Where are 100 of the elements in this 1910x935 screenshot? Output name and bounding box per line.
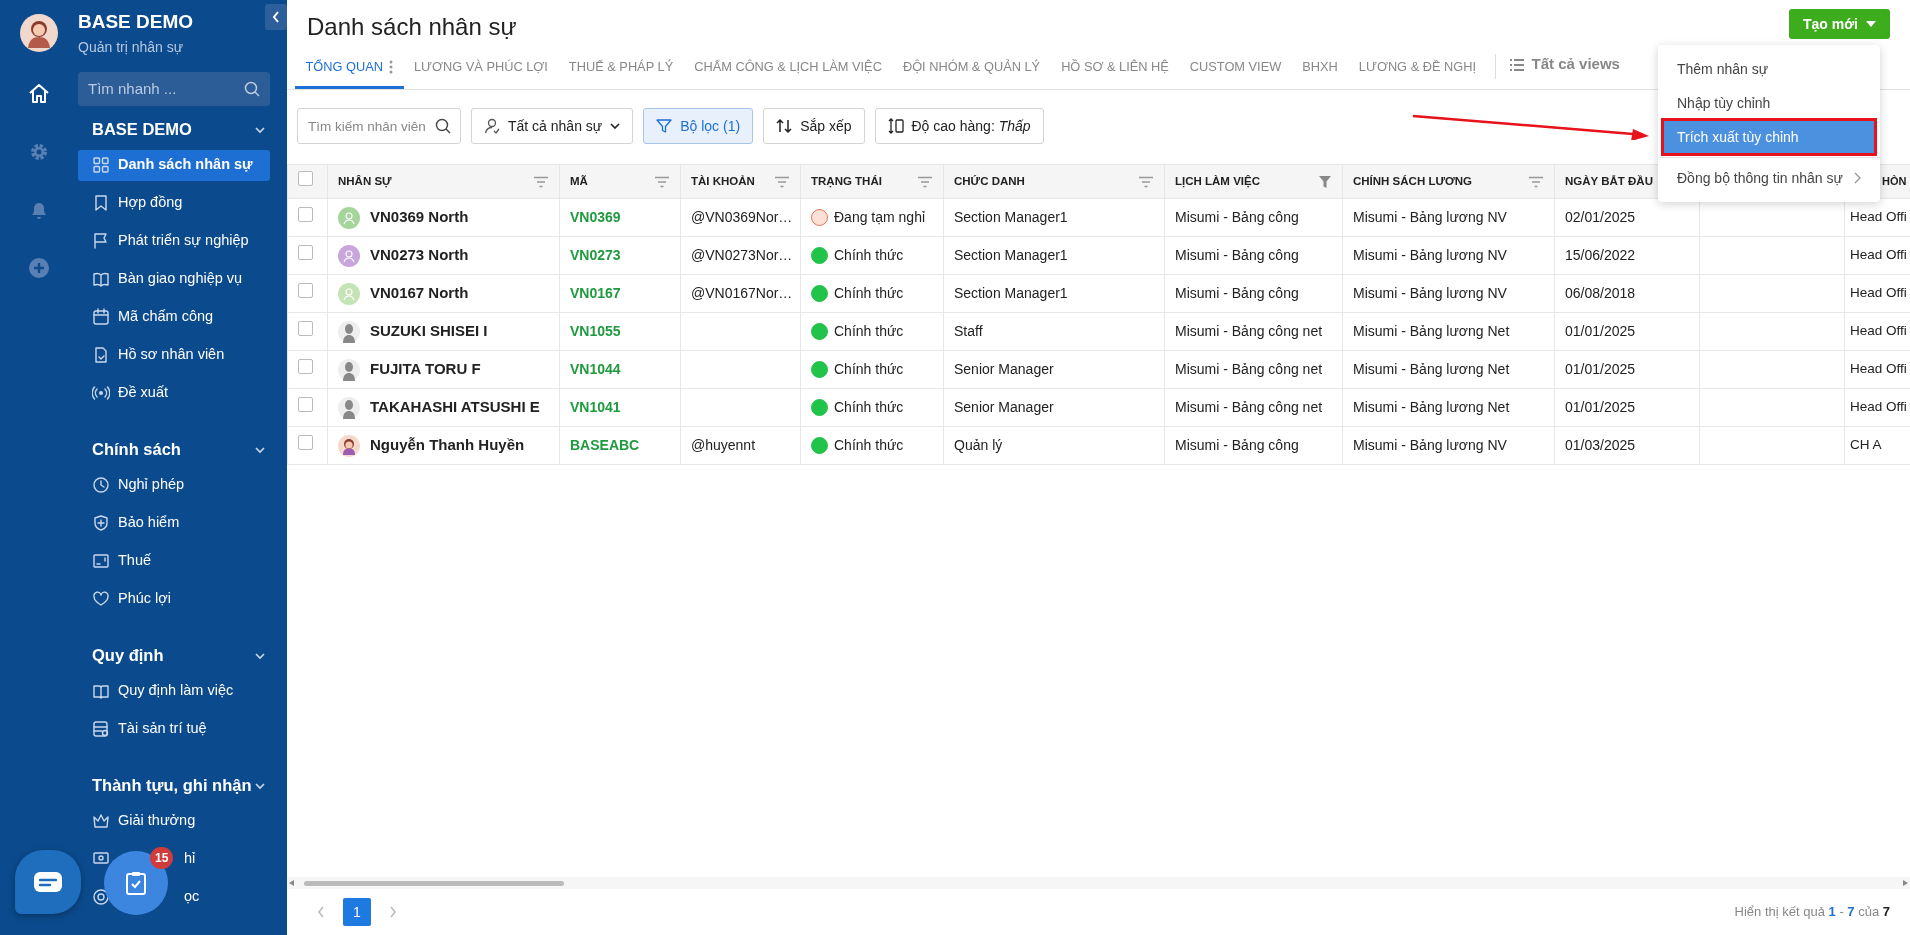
quick-search-field[interactable]: Tìm nhanh ... (78, 71, 270, 106)
sidebar-item[interactable]: ọc (184, 886, 200, 908)
employee-search-field[interactable]: Tìm kiếm nhân viên (297, 108, 461, 144)
tab[interactable]: TỔNG QUAN (295, 48, 404, 89)
sidebar-item[interactable]: Phúc lợi (78, 583, 270, 615)
employee-code[interactable]: VN1041 (570, 399, 621, 415)
row-checkbox[interactable] (298, 435, 313, 450)
table-cell: 01/03/2025 (1565, 437, 1636, 453)
table-cell: Staff (954, 323, 983, 339)
sidebar-item[interactable]: Danh sách nhân sự (78, 149, 270, 181)
employee-code[interactable]: VN1044 (570, 361, 621, 377)
row-checkbox[interactable] (298, 397, 313, 412)
menu-item[interactable]: Thêm nhân sự (1664, 53, 1874, 85)
row-height-button[interactable]: Độ cao hàng: Thấp (874, 108, 1044, 144)
tab[interactable]: HỒ SƠ & LIÊN HỆ (1050, 48, 1180, 89)
page-title: Danh sách nhân sự (307, 12, 517, 42)
section-title[interactable]: Thành tựu, ghi nhận (92, 773, 252, 798)
frame-icon (92, 552, 110, 570)
employee-code[interactable]: VN1055 (570, 323, 621, 339)
funnel-icon (656, 118, 673, 134)
tab[interactable]: LƯƠNG & ĐỀ NGHỊ (1348, 48, 1487, 89)
column-header: HÒN (1882, 174, 1907, 190)
table-cell: @VN0273Nor… (691, 247, 793, 263)
row-checkbox[interactable] (298, 359, 313, 374)
status-text: Chính thức (834, 360, 904, 379)
chat-icon (34, 872, 62, 892)
add-icon[interactable] (27, 256, 51, 280)
filter-button[interactable]: Bộ lọc (1) (643, 108, 754, 144)
employee-code[interactable]: VN0167 (570, 285, 621, 301)
table-cell: Senior Manager (954, 399, 1054, 415)
section-title[interactable]: Quy định (92, 643, 164, 668)
tab[interactable]: CUSTOM VIEW (1179, 48, 1292, 89)
scrollbar-thumb[interactable] (304, 880, 564, 886)
status-text: Chính thức (834, 322, 904, 341)
sidebar-item[interactable]: Mã chấm công (78, 301, 270, 333)
sidebar-item[interactable]: Nghỉ phép (78, 469, 270, 501)
table-cell: Misumi - Bảng lương Net (1353, 399, 1510, 415)
table-cell: Misumi - Bảng công (1175, 285, 1299, 301)
tab[interactable]: LƯƠNG VÀ PHÚC LỢI (403, 48, 559, 89)
sidebar-item[interactable]: Đề xuất (78, 377, 270, 409)
row-checkbox[interactable] (298, 283, 313, 298)
table-cell: Senior Manager (954, 361, 1054, 377)
tab[interactable]: BHXH (1291, 48, 1349, 89)
chevron-right-icon (389, 906, 397, 918)
sidebar-item[interactable]: Tài sản trí tuệ (78, 713, 270, 745)
table-cell: 01/01/2025 (1565, 361, 1636, 377)
table-cell: 01/01/2025 (1565, 323, 1636, 339)
row-checkbox[interactable] (298, 321, 313, 336)
column-header: TÀI KHOẢN (691, 173, 755, 189)
heart-icon (92, 590, 110, 608)
table-cell: Head Offi (1850, 399, 1907, 415)
list-icon (1509, 58, 1524, 71)
table-cell: Misumi - Bảng công net (1175, 323, 1323, 339)
table-cell: Misumi - Bảng lương NV (1353, 437, 1507, 453)
broadcast-icon (92, 384, 110, 402)
table-cell: Section Manager1 (954, 209, 1068, 225)
sidebar-item[interactable]: Quy định làm việc (78, 675, 270, 707)
table-cell: Misumi - Bảng lương Net (1353, 323, 1510, 339)
row-checkbox[interactable] (298, 207, 313, 222)
table-cell: Quản lý (954, 437, 1003, 453)
sidebar-item[interactable]: Thuế (78, 545, 270, 577)
avatar-icon (338, 320, 360, 343)
home-icon[interactable] (27, 82, 51, 106)
section-title[interactable]: BASE DEMO (92, 117, 192, 142)
person-icon (484, 118, 500, 134)
row-checkbox[interactable] (298, 245, 313, 260)
app-subtitle: Quản trị nhân sự (78, 37, 185, 57)
status-text: Chính thức (834, 284, 904, 303)
menu-item[interactable]: Nhập tùy chỉnh (1664, 87, 1874, 119)
scope-dropdown[interactable]: Tất cả nhân sự (471, 108, 634, 144)
sidebar-item[interactable]: Bàn giao nghiệp vụ (78, 263, 270, 295)
sidebar-item[interactable]: hỉ (184, 848, 196, 870)
sidebar-item[interactable]: Hợp đồng (78, 187, 270, 219)
table-cell: CH A (1850, 437, 1882, 453)
clipboard-check-icon (126, 871, 146, 895)
employee-code[interactable]: VN0273 (570, 247, 621, 263)
sidebar-item[interactable]: Phát triển sự nghiệp (78, 225, 270, 257)
sidebar-item[interactable]: Giải thưởng (78, 805, 270, 837)
tab[interactable]: CHẤM CÔNG & LỊCH LÀM VIỆC (683, 48, 893, 89)
tab[interactable]: ĐỘI NHÓM & QUẢN LÝ (892, 48, 1051, 89)
sidebar-item[interactable]: Bảo hiểm (78, 507, 270, 539)
column-header: LỊCH LÀM VIỆC (1175, 173, 1260, 190)
avatar-icon (338, 396, 360, 419)
section-title[interactable]: Chính sách (92, 437, 181, 462)
employee-code[interactable]: VN0369 (570, 209, 621, 225)
collapse-button[interactable] (265, 4, 287, 30)
select-all-checkbox[interactable] (298, 171, 313, 187)
document-icon (92, 346, 110, 364)
tab[interactable]: THUẾ & PHÁP LÝ (558, 48, 684, 89)
crown-icon (92, 812, 110, 830)
table-cell: 01/01/2025 (1565, 399, 1636, 415)
sidebar-item[interactable]: Hồ sơ nhân viên (78, 339, 270, 371)
page-button[interactable]: 1 (343, 898, 371, 926)
table-cell: 02/01/2025 (1565, 209, 1636, 225)
table-cell: Section Manager1 (954, 247, 1068, 263)
all-views-button[interactable]: Tất cả views (1503, 48, 1626, 89)
menu-item[interactable]: Đồng bộ thông tin nhân sự (1664, 162, 1874, 194)
sort-button[interactable]: Sắp xếp (763, 108, 865, 144)
table-cell: Misumi - Bảng công net (1175, 399, 1323, 415)
open-book-icon (92, 682, 110, 700)
